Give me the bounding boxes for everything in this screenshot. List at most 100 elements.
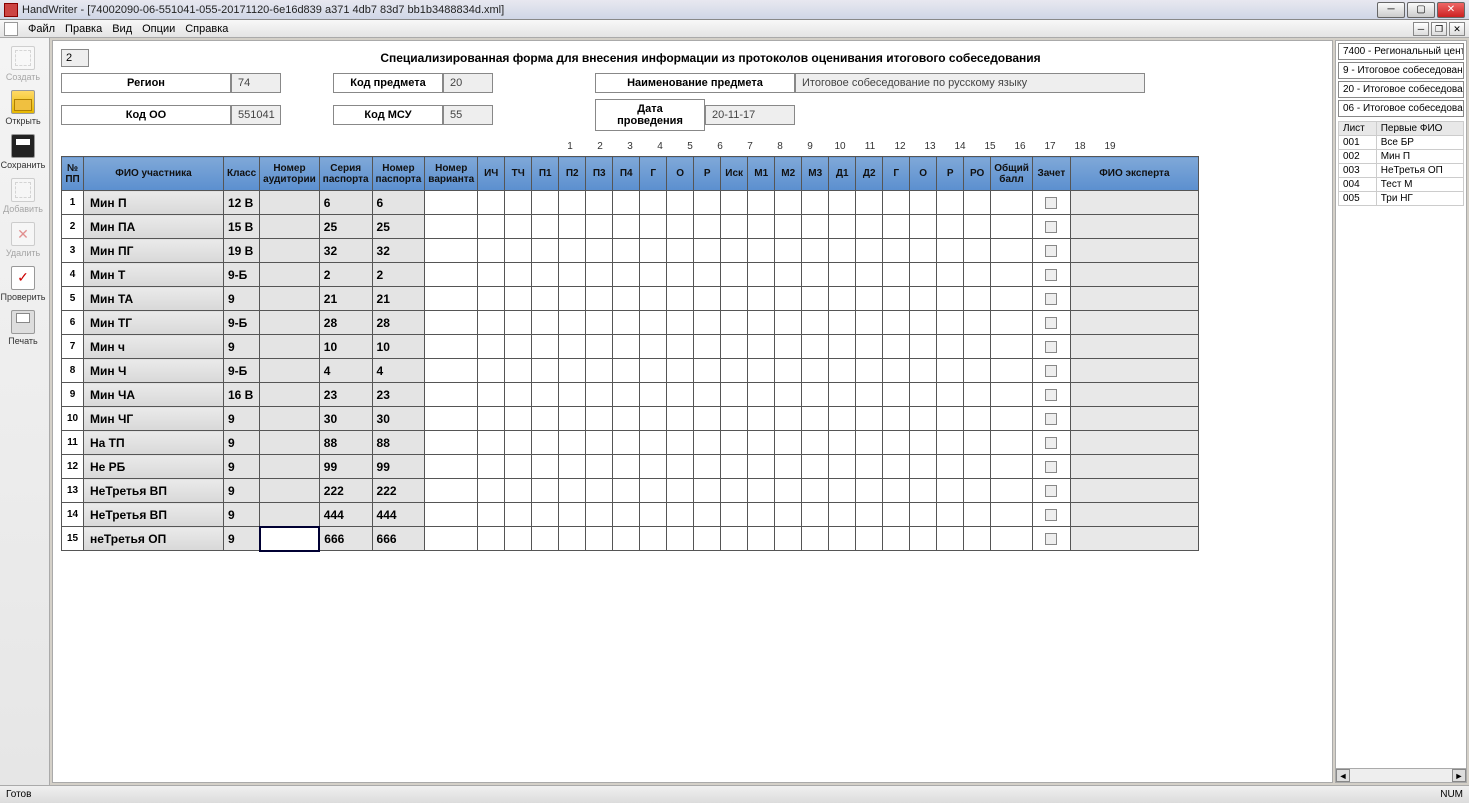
menu-options[interactable]: Опции bbox=[142, 23, 175, 35]
cell-klass[interactable]: 9 bbox=[224, 455, 260, 479]
cell-score[interactable] bbox=[910, 431, 937, 455]
cell-score[interactable] bbox=[937, 503, 964, 527]
cell-exp[interactable] bbox=[1070, 527, 1198, 551]
rp-dropdown-1[interactable]: 9 - Итоговое собеседование по р bbox=[1338, 62, 1464, 79]
cell-score[interactable] bbox=[829, 503, 856, 527]
cell-score[interactable] bbox=[829, 359, 856, 383]
cell-score[interactable] bbox=[883, 431, 910, 455]
cell-score[interactable] bbox=[802, 335, 829, 359]
cell-score[interactable] bbox=[721, 263, 748, 287]
cell-score[interactable] bbox=[856, 287, 883, 311]
cell-zac[interactable] bbox=[1032, 503, 1070, 527]
cell-score[interactable] bbox=[802, 407, 829, 431]
cell-score[interactable] bbox=[559, 503, 586, 527]
cell-score[interactable] bbox=[883, 503, 910, 527]
cell-score[interactable] bbox=[937, 335, 964, 359]
cell-var[interactable] bbox=[425, 263, 478, 287]
cell-var[interactable] bbox=[425, 383, 478, 407]
cell-aud[interactable] bbox=[260, 479, 320, 503]
cell-score[interactable] bbox=[802, 287, 829, 311]
cell-fio[interactable]: Мин ПА bbox=[84, 215, 224, 239]
cell-klass[interactable]: 9-Б bbox=[224, 311, 260, 335]
cell-score[interactable] bbox=[667, 335, 694, 359]
cell-nom[interactable]: 99 bbox=[372, 455, 425, 479]
checkbox-icon[interactable] bbox=[1045, 293, 1057, 305]
cell-zac[interactable] bbox=[1032, 311, 1070, 335]
cell-score[interactable] bbox=[694, 383, 721, 407]
cell-score[interactable] bbox=[937, 407, 964, 431]
cell-score[interactable] bbox=[640, 503, 667, 527]
cell-score[interactable] bbox=[613, 407, 640, 431]
cell-score[interactable] bbox=[532, 359, 559, 383]
cell-aud[interactable] bbox=[260, 287, 320, 311]
cell-ser[interactable]: 28 bbox=[319, 311, 372, 335]
cell-ball[interactable] bbox=[991, 503, 1033, 527]
cell-score[interactable] bbox=[478, 263, 505, 287]
add-button[interactable]: Добавить bbox=[0, 174, 46, 218]
cell-score[interactable] bbox=[964, 263, 991, 287]
cell-score[interactable] bbox=[586, 239, 613, 263]
cell-zac[interactable] bbox=[1032, 527, 1070, 551]
cell-score[interactable] bbox=[829, 335, 856, 359]
cell-score[interactable] bbox=[586, 335, 613, 359]
cell-score[interactable] bbox=[802, 239, 829, 263]
cell-ser[interactable]: 30 bbox=[319, 407, 372, 431]
cell-klass[interactable]: 9 bbox=[224, 479, 260, 503]
cell-nom[interactable]: 88 bbox=[372, 431, 425, 455]
cell-score[interactable] bbox=[478, 311, 505, 335]
cell-score[interactable] bbox=[667, 527, 694, 551]
cell-score[interactable] bbox=[964, 191, 991, 215]
cell-ser[interactable]: 2 bbox=[319, 263, 372, 287]
cell-score[interactable] bbox=[748, 311, 775, 335]
cell-fio[interactable]: Мин Т bbox=[84, 263, 224, 287]
cell-score[interactable] bbox=[937, 191, 964, 215]
cell-fio[interactable]: Мин ПГ bbox=[84, 239, 224, 263]
cell-score[interactable] bbox=[883, 311, 910, 335]
msu-value[interactable]: 55 bbox=[443, 105, 493, 125]
cell-score[interactable] bbox=[910, 239, 937, 263]
cell-exp[interactable] bbox=[1070, 263, 1198, 287]
cell-score[interactable] bbox=[586, 527, 613, 551]
cell-score[interactable] bbox=[856, 431, 883, 455]
cell-score[interactable] bbox=[586, 479, 613, 503]
menu-view[interactable]: Вид bbox=[112, 23, 132, 35]
cell-zac[interactable] bbox=[1032, 455, 1070, 479]
cell-score[interactable] bbox=[505, 503, 532, 527]
cell-ball[interactable] bbox=[991, 479, 1033, 503]
cell-score[interactable] bbox=[910, 407, 937, 431]
cell-klass[interactable]: 16 В bbox=[224, 383, 260, 407]
cell-score[interactable] bbox=[775, 527, 802, 551]
cell-score[interactable] bbox=[910, 335, 937, 359]
cell-score[interactable] bbox=[937, 215, 964, 239]
cell-score[interactable] bbox=[829, 455, 856, 479]
cell-score[interactable] bbox=[910, 503, 937, 527]
cell-score[interactable] bbox=[505, 287, 532, 311]
cell-score[interactable] bbox=[937, 239, 964, 263]
cell-score[interactable] bbox=[802, 311, 829, 335]
subj-name-value[interactable]: Итоговое собеседование по русскому языку bbox=[795, 73, 1145, 93]
cell-nom[interactable]: 28 bbox=[372, 311, 425, 335]
cell-score[interactable] bbox=[505, 359, 532, 383]
cell-score[interactable] bbox=[640, 383, 667, 407]
cell-var[interactable] bbox=[425, 191, 478, 215]
cell-exp[interactable] bbox=[1070, 335, 1198, 359]
cell-score[interactable] bbox=[964, 287, 991, 311]
table-row[interactable]: 13НеТретья ВП9222222 bbox=[62, 479, 1199, 503]
cell-score[interactable] bbox=[586, 263, 613, 287]
cell-score[interactable] bbox=[586, 311, 613, 335]
cell-exp[interactable] bbox=[1070, 455, 1198, 479]
cell-score[interactable] bbox=[694, 503, 721, 527]
close-button[interactable]: ✕ bbox=[1437, 2, 1465, 18]
cell-score[interactable] bbox=[667, 191, 694, 215]
cell-score[interactable] bbox=[856, 479, 883, 503]
cell-score[interactable] bbox=[532, 383, 559, 407]
cell-score[interactable] bbox=[613, 311, 640, 335]
cell-score[interactable] bbox=[640, 455, 667, 479]
cell-exp[interactable] bbox=[1070, 191, 1198, 215]
cell-aud[interactable] bbox=[260, 383, 320, 407]
checkbox-icon[interactable] bbox=[1045, 221, 1057, 233]
cell-score[interactable] bbox=[883, 383, 910, 407]
cell-nom[interactable]: 222 bbox=[372, 479, 425, 503]
cell-score[interactable] bbox=[640, 431, 667, 455]
cell-ball[interactable] bbox=[991, 335, 1033, 359]
